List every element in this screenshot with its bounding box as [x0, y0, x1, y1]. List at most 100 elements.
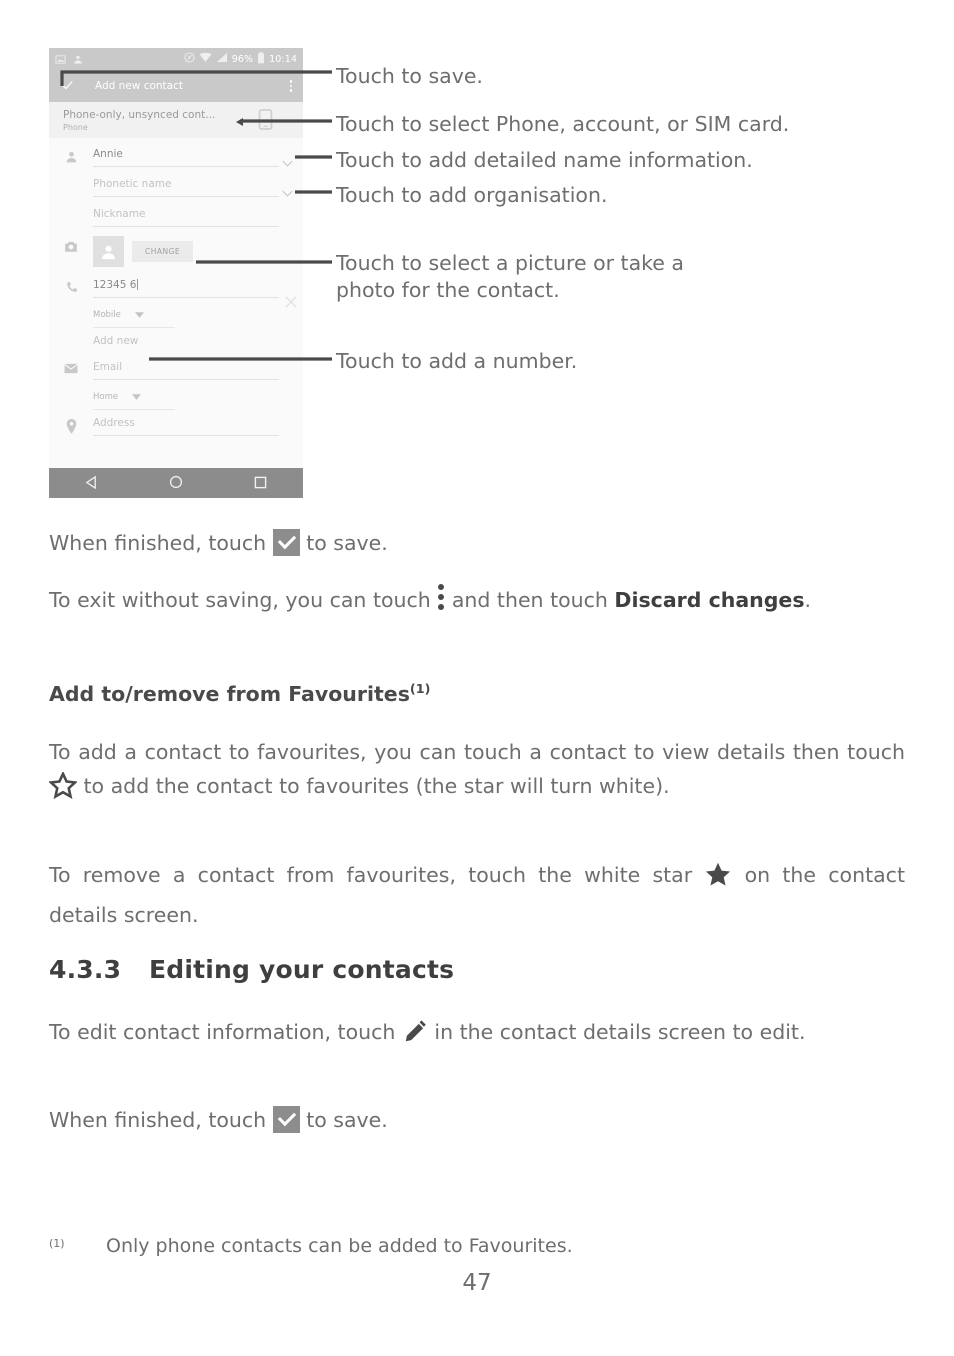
nfc-icon: [184, 52, 195, 66]
paragraph-edit-contact: To edit contact information, touch in th…: [49, 1015, 905, 1055]
battery-percent: 96%: [231, 53, 254, 65]
text-caret: [137, 279, 139, 290]
field-row-address[interactable]: Address: [49, 411, 303, 441]
account-selector-row[interactable]: Phone-only, unsynced cont... Phone: [49, 102, 303, 138]
dropdown-caret-icon[interactable]: [134, 308, 144, 322]
triangle-back-icon[interactable]: [85, 474, 98, 493]
gutter-spacer: [49, 172, 93, 180]
camera-icon: [49, 232, 93, 253]
email-input[interactable]: Email: [93, 355, 279, 380]
change-photo-button[interactable]: CHANGE: [132, 241, 194, 262]
discard-changes-label: Discard changes: [614, 588, 805, 612]
footnote: (1) Only phone contacts can be added to F…: [49, 1231, 909, 1259]
page-number: 47: [462, 1270, 492, 1296]
section-title: Editing your contacts: [149, 955, 455, 984]
paragraph-add-favourite: To add a contact to favourites, you can …: [47, 735, 905, 809]
gutter-spacer: [49, 202, 93, 210]
paragraph-discard-changes: To exit without saving, you can touch an…: [49, 583, 905, 617]
phone-screen: 96% 10:14 Add new contact Phone-only, un…: [49, 48, 303, 498]
gutter-spacer: [49, 385, 93, 393]
phone-type-value: Mobile: [93, 310, 121, 320]
p4-before: To remove a contact from favourites, tou…: [49, 863, 705, 887]
field-row-add-new-number[interactable]: Add new: [49, 329, 303, 355]
pencil-edit-icon: [402, 1020, 428, 1050]
paragraph-save-note: When finished, touch to save.: [49, 526, 905, 560]
field-row-photo[interactable]: CHANGE: [49, 232, 303, 273]
system-nav-bar: [49, 468, 303, 498]
section-number: 4.3.3: [49, 955, 122, 984]
subheading-text: Add to/remove from Favourites: [49, 682, 410, 706]
p3-after: to add the contact to favourites (the st…: [77, 774, 670, 798]
contact-form: Annie Phonetic name Nickname CHANGE 1234…: [49, 138, 303, 441]
field-row-phone-number[interactable]: 12345 6: [49, 273, 303, 303]
add-new-number-button[interactable]: Add new: [93, 329, 279, 353]
app-bar-title: Add new contact: [95, 80, 183, 92]
field-row-name[interactable]: Annie: [49, 142, 303, 172]
annotation-account: Touch to select Phone, account, or SIM c…: [336, 112, 790, 136]
gutter-spacer: [49, 329, 93, 337]
annotation-name-detail: Touch to add detailed name information.: [336, 148, 753, 172]
email-type-value: Home: [93, 392, 119, 402]
field-row-phonetic-name[interactable]: Phonetic name: [49, 172, 303, 202]
paragraph-save-note-2: When finished, touch to save.: [49, 1103, 905, 1137]
paragraph-remove-favourite: To remove a contact from favourites, tou…: [49, 858, 905, 932]
footnote-text: Only phone contacts can be added to Favo…: [106, 1235, 573, 1257]
envelope-icon: [49, 355, 93, 374]
section-heading: 4.3.3 Editing your contacts: [49, 955, 454, 984]
annotation-add-number: Touch to add a number.: [336, 349, 578, 373]
annotation-organisation: Touch to add organisation.: [336, 183, 608, 207]
annotation-picture: Touch to select a picture or take a phot…: [336, 251, 684, 302]
person-icon: [49, 142, 93, 164]
clear-field-icon[interactable]: [285, 293, 297, 312]
app-bar: Add new contact: [49, 70, 303, 102]
circle-home-icon[interactable]: [169, 474, 183, 493]
p2-mid: and then touch: [445, 588, 615, 612]
status-clock: 10:14: [269, 53, 297, 65]
person-avatar-icon[interactable]: [93, 236, 124, 267]
gutter-spacer: [49, 303, 93, 311]
checkmark-icon[interactable]: [59, 77, 75, 96]
star-filled-icon: [704, 862, 732, 893]
phone-icon: [49, 273, 93, 294]
p5-before: To edit contact information, touch: [49, 1020, 402, 1044]
signal-icon: [216, 52, 228, 66]
location-pin-icon: [49, 411, 93, 434]
footnote-ref: (1): [409, 681, 431, 697]
field-row-email-type[interactable]: Home: [49, 385, 303, 411]
p1-after: to save.: [299, 531, 388, 555]
battery-icon: [257, 51, 265, 67]
p3-before: To add a contact to favourites, you can …: [49, 740, 905, 764]
square-recents-icon[interactable]: [254, 474, 267, 493]
p1-before: When finished, touch: [49, 531, 273, 555]
address-input[interactable]: Address: [93, 411, 279, 436]
p2-after: .: [804, 588, 812, 612]
photo-picker[interactable]: CHANGE: [93, 232, 194, 273]
status-bar: 96% 10:14: [49, 48, 303, 70]
checkmark-button-icon: [272, 529, 300, 556]
phone-device-icon: [258, 109, 273, 134]
p6-after: to save.: [299, 1108, 388, 1132]
phonetic-name-input[interactable]: Phonetic name: [93, 172, 279, 197]
p5-after: in the contact details screen to edit.: [427, 1020, 806, 1044]
image-icon: [55, 50, 66, 69]
chevron-down-icon[interactable]: [282, 182, 293, 201]
field-row-phone-type[interactable]: Mobile: [49, 296, 303, 329]
wifi-icon: [199, 52, 212, 66]
chevron-down-icon[interactable]: [282, 152, 293, 171]
p2-before: To exit without saving, you can touch: [49, 588, 438, 612]
name-input[interactable]: Annie: [93, 142, 279, 167]
field-row-nickname[interactable]: Nickname: [49, 202, 303, 232]
subheading-favourites: Add to/remove from Favourites(1): [49, 682, 430, 706]
dropdown-caret-icon[interactable]: [132, 390, 142, 404]
more-vertical-icon[interactable]: [289, 80, 296, 92]
checkmark-button-icon: [272, 1106, 300, 1133]
footnote-mark: (1): [49, 1237, 65, 1250]
p6-before: When finished, touch: [49, 1108, 273, 1132]
phone-number-input[interactable]: 12345 6: [93, 279, 136, 291]
contact-icon: [73, 50, 83, 69]
field-row-email[interactable]: Email: [49, 355, 303, 385]
nickname-input[interactable]: Nickname: [93, 202, 279, 227]
phone-screenshot-figure: 96% 10:14 Add new contact Phone-only, un…: [49, 48, 303, 498]
annotation-save: Touch to save.: [336, 64, 483, 88]
star-outline-icon: [47, 770, 79, 804]
